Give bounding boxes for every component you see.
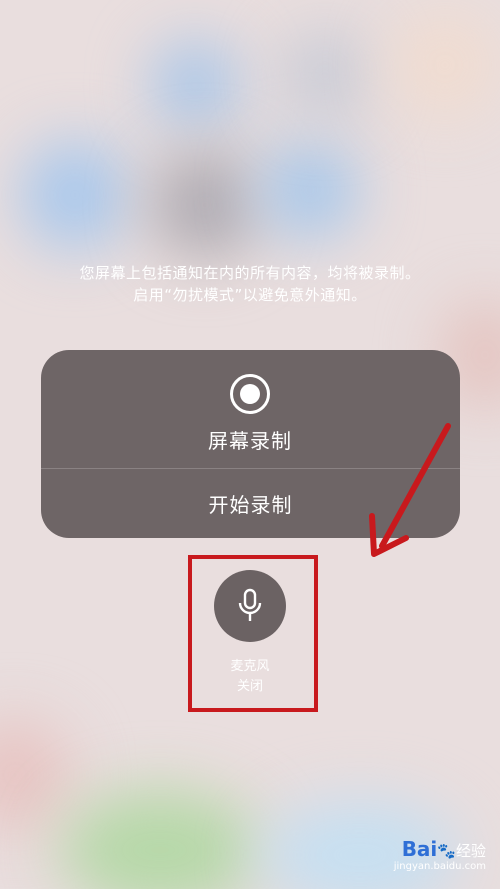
- paw-icon: 🐾: [437, 842, 456, 860]
- notice-line-2: 启用“勿扰模式”以避免意外通知。: [133, 286, 367, 304]
- baidu-jingyan-watermark: Bai🐾经验 jingyan.baidu.com: [393, 839, 486, 875]
- watermark-url: jingyan.baidu.com: [393, 861, 486, 872]
- annotation-arrow-icon: [369, 423, 451, 557]
- watermark-suffix: 经验: [455, 842, 486, 860]
- notice-line-1: 您屏幕上包括通知在内的所有内容，均将被录制。: [79, 264, 421, 282]
- record-icon: [230, 374, 270, 414]
- annotation-highlight-box: [188, 555, 318, 712]
- watermark-brand: Bai: [401, 837, 438, 861]
- recording-notice: 您屏幕上包括通知在内的所有内容，均将被录制。 启用“勿扰模式”以避免意外通知。: [0, 262, 500, 306]
